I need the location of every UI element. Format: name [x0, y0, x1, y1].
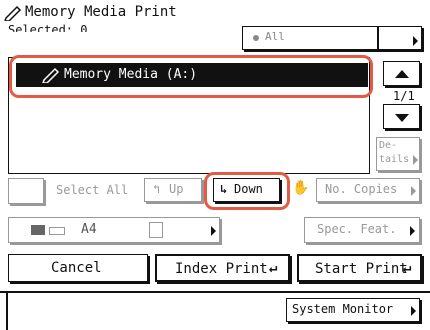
filter-select-value: All — [265, 30, 285, 43]
scroll-up-button[interactable] — [383, 61, 420, 86]
paper-orientation-icon — [49, 227, 65, 235]
highlight-down-button — [204, 172, 290, 210]
system-monitor-button[interactable]: System Monitor — [286, 298, 420, 322]
system-monitor-label: System Monitor — [292, 302, 394, 316]
pencil-icon — [4, 5, 22, 21]
chevron-right-icon — [413, 36, 418, 46]
special-features-label: Spec. Feat. — [317, 222, 397, 236]
paper-select[interactable]: A4 — [8, 217, 220, 243]
footer-left-border — [6, 291, 8, 330]
copies-icon: ✋ — [292, 180, 310, 196]
paper-size-value: A4 — [81, 222, 97, 237]
select-all-checkbox[interactable] — [8, 178, 44, 204]
no-copies-label: No. Copies — [325, 182, 398, 196]
highlight-selected-row — [9, 55, 373, 98]
paper-sheet-icon — [149, 222, 163, 238]
up-label: Up — [169, 182, 184, 196]
screen: Memory Media Print Selected: 0 All Memor… — [0, 0, 430, 330]
chevron-right-icon — [413, 155, 418, 165]
up-button[interactable]: ↰ Up — [144, 178, 202, 202]
scroll-down-button[interactable] — [383, 104, 420, 129]
chevron-right-icon — [211, 226, 216, 236]
triangle-up-icon — [395, 70, 409, 78]
selected-count: Selected: 0 — [8, 23, 88, 32]
chevron-right-icon — [410, 226, 415, 236]
return-arrow-icon: ↵ — [269, 260, 278, 276]
no-copies-button[interactable]: No. Copies — [316, 178, 420, 202]
index-print-label: Index Print — [175, 261, 268, 277]
screen-title: Memory Media Print — [25, 4, 177, 20]
start-print-label: Start Print — [315, 261, 408, 277]
filter-select[interactable]: All — [242, 26, 422, 50]
details-button[interactable]: De- tails — [376, 137, 420, 171]
chevron-right-icon — [411, 306, 416, 316]
footer-divider — [0, 291, 430, 293]
triangle-down-icon — [395, 114, 409, 122]
chevron-right-icon — [411, 186, 416, 196]
index-print-button[interactable]: Index Print ↵ — [155, 254, 290, 282]
paper-drawer-icon — [31, 225, 45, 235]
cancel-button[interactable]: Cancel — [8, 254, 148, 282]
dot-icon — [253, 35, 259, 41]
details-label-line1: De- — [379, 140, 398, 151]
page-indicator: 1/1 — [393, 89, 415, 103]
start-print-button[interactable]: Start Print ↵ — [297, 254, 422, 282]
cancel-label: Cancel — [51, 260, 102, 276]
details-label-line2: tails — [379, 154, 410, 165]
select-all-label: Select All — [56, 183, 129, 197]
up-arrow-icon: ↰ — [153, 182, 161, 196]
return-arrow-icon: ↵ — [403, 260, 412, 276]
special-features-button[interactable]: Spec. Feat. — [304, 217, 420, 243]
